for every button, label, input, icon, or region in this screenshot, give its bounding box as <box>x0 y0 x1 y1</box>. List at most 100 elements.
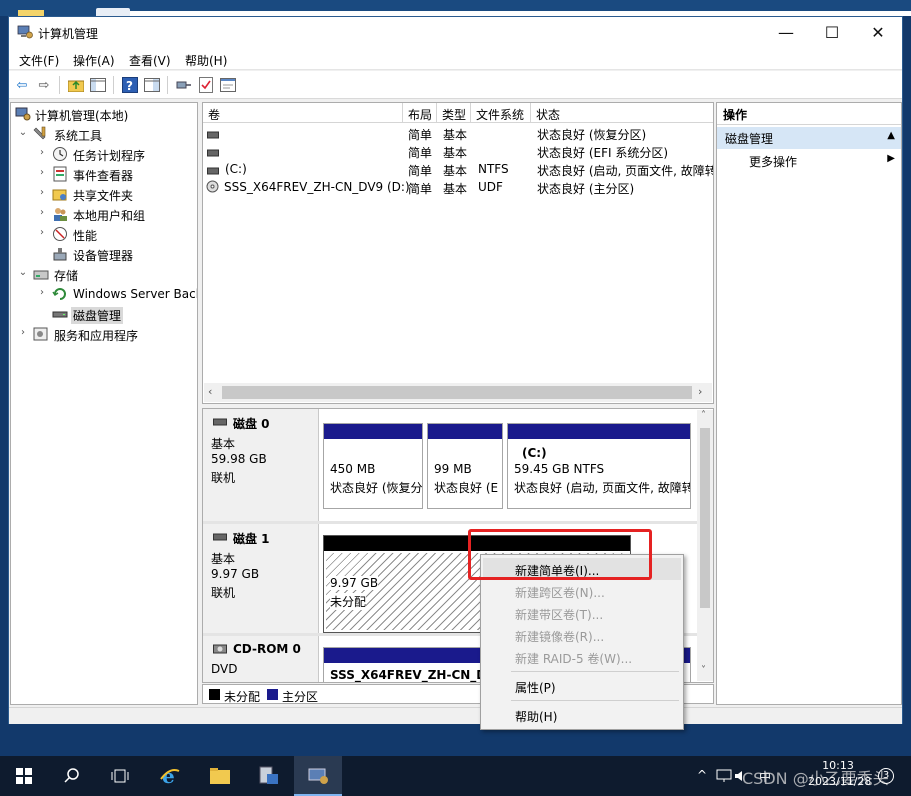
chevron-down-icon[interactable]: ⌄ <box>17 127 29 139</box>
disk-1-label[interactable]: 磁盘 1 基本 9.97 GB 联机 <box>203 524 319 633</box>
tree-item-computer-management[interactable]: 计算机管理(本地) <box>11 104 197 124</box>
toolbar-separator <box>167 76 168 94</box>
checklist-icon <box>199 77 213 93</box>
tree-item-system-tools[interactable]: ⌄ 系统工具 <box>11 124 197 144</box>
scroll-thumb[interactable] <box>700 428 710 608</box>
internet-explorer-button[interactable]: e <box>146 756 194 796</box>
volume-type: 基本 <box>443 146 468 160</box>
menu-separator <box>511 671 679 672</box>
menu-file[interactable]: 文件(F) <box>19 52 59 69</box>
start-button[interactable] <box>0 756 48 796</box>
table-row[interactable]: SSS_X64FREV_ZH-CN_DV9 (D:) 简单 基本 UDF 状态良… <box>203 178 713 196</box>
chevron-right-icon[interactable]: › <box>36 147 48 159</box>
tree-item-windows-server-backup[interactable]: › Windows Server Back <box>11 284 197 304</box>
disk-size: 9.97 GB <box>211 567 260 581</box>
search-button[interactable] <box>48 756 96 796</box>
chevron-right-icon[interactable]: › <box>36 167 48 179</box>
notification-badge[interactable]: 3 <box>878 768 894 784</box>
show-hide-tree-button[interactable] <box>89 76 107 94</box>
actions-group-disk-management[interactable]: 磁盘管理 ▲ <box>717 127 901 149</box>
scroll-thumb[interactable] <box>222 386 692 399</box>
up-level-button[interactable] <box>67 76 85 94</box>
network-icon[interactable] <box>716 769 732 783</box>
menu-item-new-mirrored-volume[interactable]: 新建镜像卷(R)... <box>483 624 681 646</box>
tree-item-device-manager[interactable]: 设备管理器 <box>11 244 197 264</box>
computer-management-taskbar-button[interactable] <box>294 756 342 796</box>
tray-chevron-up-icon[interactable]: ^ <box>697 768 707 782</box>
plug-icon <box>176 81 191 89</box>
tree-item-local-users[interactable]: › 本地用户和组 <box>11 204 197 224</box>
chevron-right-icon[interactable]: › <box>36 207 48 219</box>
column-header-layout[interactable]: 布局 <box>403 103 437 123</box>
tree-item-task-scheduler[interactable]: › 任务计划程序 <box>11 144 197 164</box>
table-row[interactable]: 简单 基本 状态良好 (EFI 系统分区) <box>203 142 713 160</box>
menu-item-properties[interactable]: 属性(P) <box>483 675 681 697</box>
checklist-button[interactable] <box>197 76 215 94</box>
toolbar-separator <box>59 76 60 94</box>
task-view-button[interactable] <box>96 756 144 796</box>
scroll-left-icon[interactable]: ‹ <box>208 385 212 398</box>
chevron-right-icon[interactable]: › <box>36 287 48 299</box>
menu-item-new-raid5-volume[interactable]: 新建 RAID-5 卷(W)... <box>483 646 681 668</box>
scroll-down-icon[interactable]: ˅ <box>701 665 706 676</box>
disk-0-label[interactable]: 磁盘 0 基本 59.98 GB 联机 <box>203 409 319 521</box>
server-manager-icon <box>259 766 278 784</box>
server-manager-button[interactable] <box>244 756 292 796</box>
file-explorer-button[interactable] <box>196 756 244 796</box>
arrow-left-icon: ⇦ <box>16 77 28 93</box>
tree-label: 系统工具 <box>54 129 103 143</box>
chevron-right-icon[interactable]: › <box>36 227 48 239</box>
minimize-button[interactable]: — <box>763 17 809 48</box>
partition-efi[interactable]: 99 MB 状态良好 (E <box>427 423 503 509</box>
clock[interactable]: 10:13 2023/11/28 <box>808 758 871 790</box>
forward-button[interactable]: ⇨ <box>35 76 53 94</box>
maximize-button[interactable]: ☐ <box>809 17 855 48</box>
menu-view[interactable]: 查看(V) <box>129 52 171 69</box>
collapse-up-icon[interactable]: ▲ <box>887 130 895 141</box>
title-bar[interactable]: 计算机管理 — ☐ ✕ <box>9 17 902 48</box>
column-header-type[interactable]: 类型 <box>437 103 471 123</box>
legend-swatch-unallocated <box>209 689 220 700</box>
scroll-up-icon[interactable]: ˄ <box>701 410 706 421</box>
cdrom-0-label[interactable]: CD-ROM 0 DVD <box>203 636 319 682</box>
disk-view-vertical-scrollbar[interactable]: ˄ ˅ <box>697 410 713 681</box>
disk-drive-icon <box>52 311 68 318</box>
chevron-right-icon[interactable]: › <box>36 187 48 199</box>
menu-item-new-striped-volume[interactable]: 新建带区卷(T)... <box>483 602 681 624</box>
menu-action[interactable]: 操作(A) <box>73 52 115 69</box>
maximize-icon: ☐ <box>824 23 840 42</box>
close-button[interactable]: ✕ <box>855 17 901 48</box>
tree-item-shared-folders[interactable]: › 共享文件夹 <box>11 184 197 204</box>
volume-icon <box>207 128 219 142</box>
volume-name: SSS_X64FREV_ZH-CN_DV9 (D:) <box>224 180 410 194</box>
disk-drive-icon <box>213 533 227 541</box>
tree-item-performance[interactable]: › 性能 <box>11 224 197 244</box>
partition-c[interactable]: (C:) 59.45 GB NTFS 状态良好 (启动, 页面文件, 故障转 <box>507 423 691 509</box>
column-header-status[interactable]: 状态 <box>531 103 713 123</box>
chevron-right-icon[interactable]: › <box>17 327 29 339</box>
tree-item-storage[interactable]: ⌄ 存储 <box>11 264 197 284</box>
column-header-volume[interactable]: 卷 <box>203 103 403 123</box>
computer-management-icon <box>308 768 328 784</box>
connect-button[interactable] <box>175 76 193 94</box>
column-header-filesystem[interactable]: 文件系统 <box>471 103 531 123</box>
tree-item-services-apps[interactable]: › 服务和应用程序 <box>11 324 197 344</box>
properties-view-button[interactable] <box>143 76 161 94</box>
menu-help[interactable]: 帮助(H) <box>185 52 227 69</box>
menu-item-help[interactable]: 帮助(H) <box>483 704 681 726</box>
settings-dialog-button[interactable] <box>219 76 237 94</box>
back-button[interactable]: ⇦ <box>13 76 31 94</box>
table-row[interactable]: (C:) 简单 基本 NTFS 状态良好 (启动, 页面文件, 故障转 <box>203 160 713 178</box>
event-viewer-icon <box>53 166 67 182</box>
tree-item-event-viewer[interactable]: › 事件查看器 <box>11 164 197 184</box>
chevron-down-icon[interactable]: ⌄ <box>17 267 29 279</box>
scroll-right-icon[interactable]: › <box>698 385 702 398</box>
partition-recovery[interactable]: 450 MB 状态良好 (恢复分 <box>323 423 423 509</box>
help-button[interactable]: ? <box>121 76 139 94</box>
more-actions-link[interactable]: 更多操作 <box>749 153 797 170</box>
tree-item-disk-management[interactable]: 磁盘管理 <box>11 304 197 324</box>
arrow-right-icon: ⇨ <box>38 77 50 93</box>
menu-item-new-spanned-volume[interactable]: 新建跨区卷(N)... <box>483 580 681 602</box>
volume-list-horizontal-scrollbar[interactable]: ‹ › <box>204 383 712 402</box>
table-row[interactable]: 简单 基本 状态良好 (恢复分区) <box>203 124 713 142</box>
